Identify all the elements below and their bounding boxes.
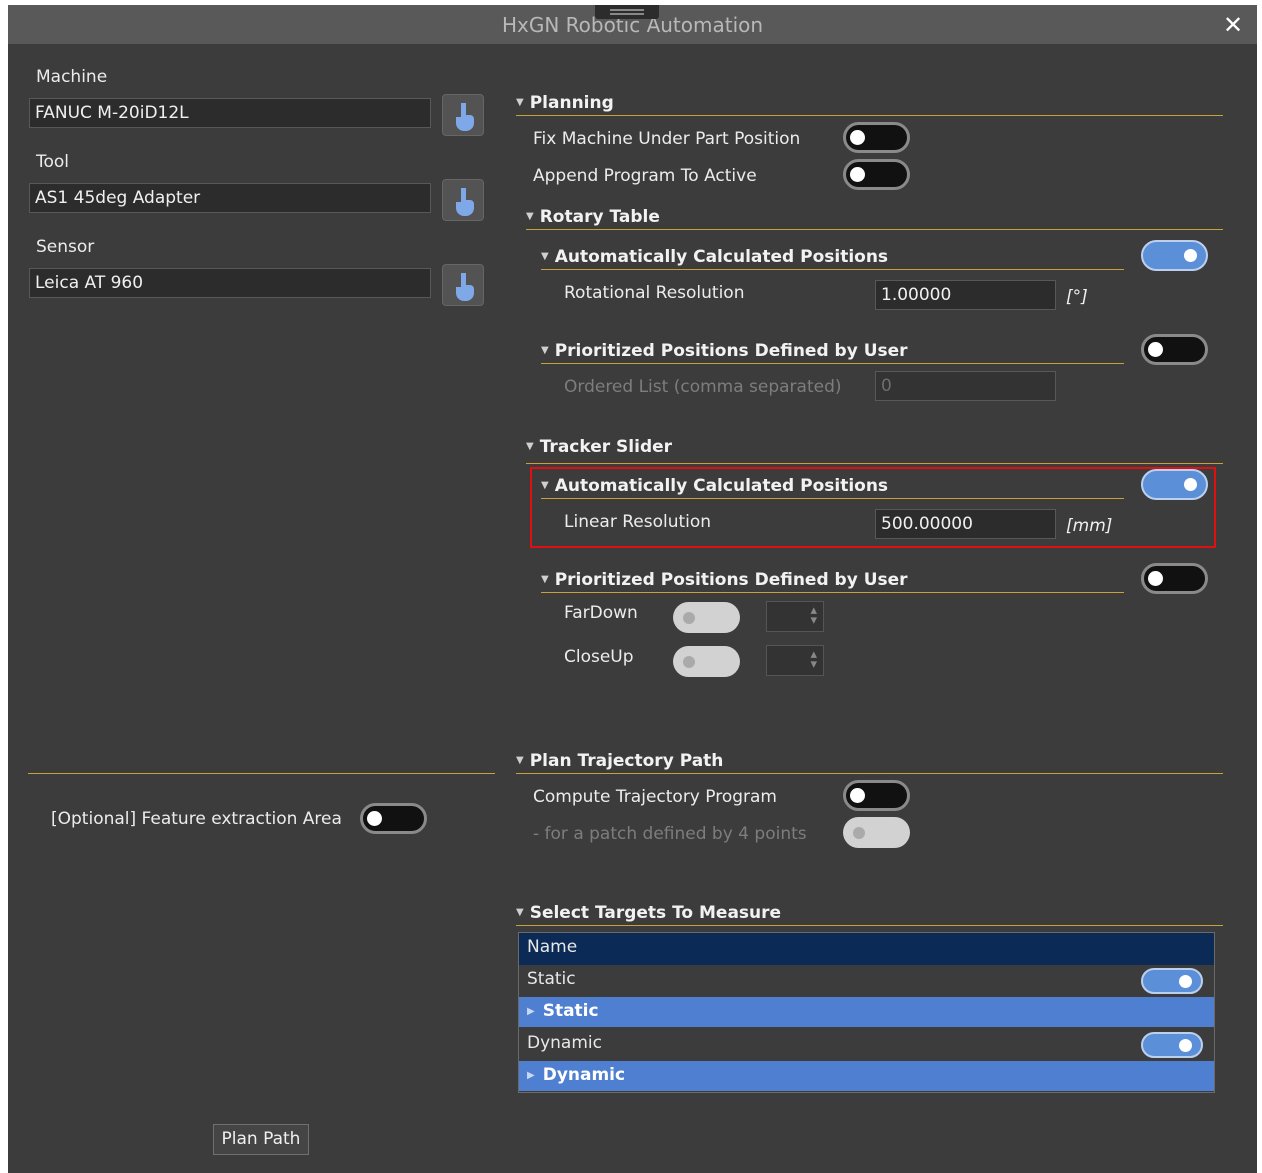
tool-field[interactable]: AS1 45deg Adapter <box>29 183 431 213</box>
rotary-table-header-label: Rotary Table <box>539 207 660 227</box>
pointer-hand-icon <box>456 273 474 301</box>
slider-user-header[interactable]: ▼ Prioritized Positions Defined by User <box>541 570 1124 593</box>
closeup-spinner[interactable]: ▴ ▾ <box>766 645 824 676</box>
trajectory-header[interactable]: ▼ Plan Trajectory Path <box>516 751 1223 774</box>
feature-area-toggle[interactable] <box>360 803 427 834</box>
name-column-header: Name <box>527 937 578 957</box>
closeup-label: CloseUp <box>564 647 634 667</box>
planning-header[interactable]: ▼ Planning <box>516 93 1223 116</box>
planning-header-label: Planning <box>529 93 614 113</box>
ordered-list-label: Ordered List (comma separated) <box>564 377 842 397</box>
static-row-label: Static <box>527 969 576 989</box>
slider-auto-header-label: Automatically Calculated Positions <box>554 476 889 496</box>
ordered-list-input[interactable]: 0 <box>875 371 1056 401</box>
rotary-auto-toggle[interactable] <box>1141 240 1208 271</box>
machine-field[interactable]: FANUC M-20iD12L <box>29 98 431 128</box>
append-program-toggle[interactable] <box>843 159 910 190</box>
spinner-arrows-icon: ▴ ▾ <box>810 603 817 628</box>
feature-area-label: [Optional] Feature extraction Area <box>51 809 342 829</box>
trajectory-header-label: Plan Trajectory Path <box>529 751 724 771</box>
tracker-slider-header[interactable]: ▼ Tracker Slider <box>526 437 826 459</box>
dynamic-group-label: ▶ Dynamic <box>527 1065 625 1085</box>
plan-path-button[interactable]: Plan Path <box>213 1124 309 1155</box>
linear-resolution-input[interactable]: 500.00000 <box>875 509 1056 539</box>
rotary-user-header-label: Prioritized Positions Defined by User <box>554 341 908 361</box>
drag-handle-icon[interactable] <box>595 5 659 19</box>
table-row[interactable]: Static <box>519 965 1214 997</box>
rotational-resolution-input[interactable]: 1.00000 <box>875 280 1056 310</box>
rotary-user-header[interactable]: ▼ Prioritized Positions Defined by User <box>541 341 1124 364</box>
pointer-hand-icon <box>456 188 474 216</box>
slider-auto-toggle[interactable] <box>1141 469 1208 500</box>
expand-arrow-icon[interactable]: ▶ <box>527 1070 535 1081</box>
pointer-hand-icon <box>456 103 474 131</box>
fardown-toggle[interactable] <box>673 602 740 633</box>
rotational-resolution-unit: [°] <box>1066 287 1088 307</box>
static-group-row[interactable]: ▶ Static <box>519 997 1214 1027</box>
sensor-field[interactable]: Leica AT 960 <box>29 268 431 298</box>
fardown-label: FarDown <box>564 603 638 623</box>
static-toggle[interactable] <box>1141 968 1203 994</box>
dynamic-group-row[interactable]: ▶ Dynamic <box>519 1061 1214 1091</box>
dynamic-group-text: Dynamic <box>542 1065 626 1085</box>
sensor-label: Sensor <box>36 237 95 257</box>
rotary-auto-header[interactable]: ▼ Automatically Calculated Positions <box>541 247 1124 270</box>
patch-label: - for a patch defined by 4 points <box>533 824 807 844</box>
rotational-resolution-label: Rotational Resolution <box>564 283 745 303</box>
compute-trajectory-toggle[interactable] <box>843 780 910 811</box>
linear-resolution-unit: [mm] <box>1066 516 1113 536</box>
slider-auto-header[interactable]: ▼ Automatically Calculated Positions <box>541 476 1124 499</box>
spinner-arrows-icon: ▴ ▾ <box>810 647 817 672</box>
targets-header[interactable]: ▼ Select Targets To Measure <box>516 903 1223 926</box>
rotary-table-header[interactable]: ▼ Rotary Table <box>526 207 1223 230</box>
tracker-slider-divider <box>526 463 1223 464</box>
close-icon[interactable]: ✕ <box>1223 11 1243 39</box>
app-window: HxGN Robotic Automation ✕ Machine FANUC … <box>8 5 1257 1173</box>
tool-pick-button[interactable] <box>442 179 484 221</box>
sensor-pick-button[interactable] <box>442 264 484 306</box>
linear-resolution-label: Linear Resolution <box>564 512 712 532</box>
fardown-spinner[interactable]: ▴ ▾ <box>766 601 824 632</box>
slider-user-header-label: Prioritized Positions Defined by User <box>554 570 908 590</box>
compute-trajectory-label: Compute Trajectory Program <box>533 787 777 807</box>
title-bar[interactable]: HxGN Robotic Automation ✕ <box>8 5 1257 44</box>
fix-machine-toggle[interactable] <box>843 122 910 153</box>
tracker-slider-header-label: Tracker Slider <box>539 437 673 457</box>
dynamic-row-label: Dynamic <box>527 1033 602 1053</box>
slider-user-toggle[interactable] <box>1141 563 1208 594</box>
targets-table: Name Static ▶ Static Dynamic ▶ Dynamic <box>518 932 1215 1093</box>
machine-pick-button[interactable] <box>442 94 484 136</box>
left-divider <box>28 773 495 774</box>
patch-toggle[interactable] <box>843 817 910 848</box>
rotary-auto-header-label: Automatically Calculated Positions <box>554 247 889 267</box>
machine-label: Machine <box>36 67 108 87</box>
append-program-label: Append Program To Active <box>533 166 757 186</box>
table-header-row: Name <box>519 933 1214 965</box>
tool-label: Tool <box>36 152 70 172</box>
static-group-text: Static <box>542 1001 599 1021</box>
closeup-toggle[interactable] <box>673 646 740 677</box>
dynamic-toggle[interactable] <box>1141 1032 1203 1058</box>
expand-arrow-icon[interactable]: ▶ <box>527 1006 535 1017</box>
fix-machine-label: Fix Machine Under Part Position <box>533 129 801 149</box>
rotary-user-toggle[interactable] <box>1141 334 1208 365</box>
targets-header-label: Select Targets To Measure <box>529 903 782 923</box>
static-group-label: ▶ Static <box>527 1001 599 1021</box>
table-row[interactable]: Dynamic <box>519 1029 1214 1061</box>
